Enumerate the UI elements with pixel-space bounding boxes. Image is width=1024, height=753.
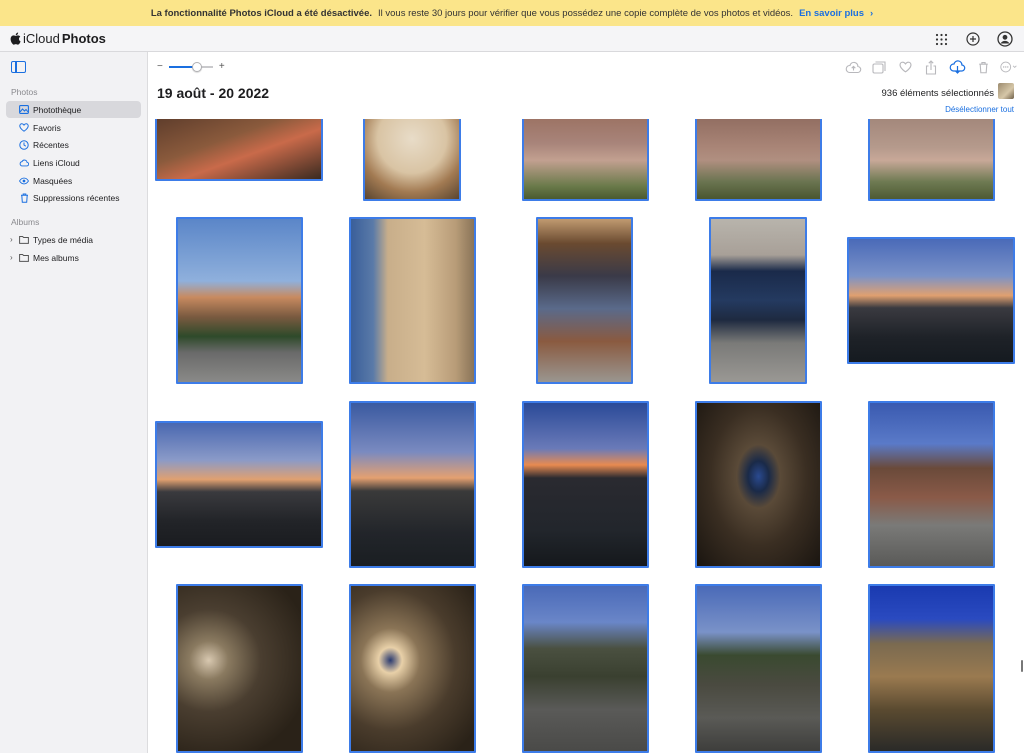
zoom-control[interactable]: − + [157, 61, 225, 72]
sidebar-item-label: Récentes [33, 139, 69, 150]
app-header: iCloud Photos [0, 26, 1024, 52]
download-icon[interactable] [948, 59, 966, 75]
sidebar-item-label: Suppressions récentes [33, 192, 120, 203]
sidebar-section-photos: Photos [11, 87, 38, 97]
sidebar-item-label: Photothèque [33, 104, 82, 115]
account-icon[interactable] [996, 30, 1014, 48]
delete-icon[interactable] [974, 59, 992, 75]
sidebar-section-albums: Albums [11, 217, 40, 227]
library-icon [19, 105, 29, 115]
photo-thumbnail[interactable] [155, 119, 323, 181]
photo-thumbnail[interactable] [709, 217, 807, 384]
app-brand[interactable]: iCloud Photos [10, 31, 106, 46]
sidebar-item-recents[interactable]: Récentes [6, 136, 141, 153]
upload-icon[interactable] [844, 59, 862, 75]
photo-thumbnail[interactable] [363, 119, 461, 201]
learn-more-chevron-icon[interactable]: › [870, 8, 873, 19]
photo-thumbnail[interactable] [176, 584, 303, 753]
photo-thumbnail[interactable] [349, 217, 476, 384]
photo-thumbnail[interactable] [695, 584, 822, 753]
sidebar-item-label: Masquées [33, 175, 73, 186]
photo-thumbnail[interactable] [868, 584, 995, 753]
sidebar-item-label: Liens iCloud [33, 157, 80, 168]
photo-thumbnail[interactable] [155, 421, 323, 548]
photo-thumbnail[interactable] [868, 119, 995, 201]
sidebar-item-icloud-links[interactable]: Liens iCloud [6, 154, 141, 171]
sidebar-item-label: Mes albums [33, 252, 79, 263]
trash-icon [19, 193, 29, 203]
add-icon[interactable] [964, 30, 982, 48]
photo-thumbnail[interactable] [847, 237, 1015, 364]
sidebar-item-media-types[interactable]: › Types de média [6, 231, 141, 248]
apple-logo-icon [10, 32, 21, 45]
photo-thumbnail[interactable] [695, 119, 822, 201]
zoom-slider[interactable] [168, 61, 213, 72]
photo-thumbnail[interactable] [349, 584, 476, 753]
main-content: − + 19 août - 20 2022 936 éléments sélec… [149, 52, 1024, 753]
date-range-title: 19 août - 20 2022 [157, 85, 270, 101]
photo-thumbnail[interactable] [522, 584, 649, 753]
sidebar-item-library[interactable]: Photothèque [6, 101, 141, 118]
zoom-in-button[interactable]: + [219, 61, 225, 72]
photo-thumbnail[interactable] [522, 119, 649, 201]
photo-thumbnail[interactable] [868, 401, 995, 568]
selection-thumbnail [998, 83, 1014, 99]
learn-more-link[interactable]: En savoir plus [799, 8, 864, 19]
folder-icon [19, 235, 29, 245]
sidebar-item-recently-deleted[interactable]: Suppressions récentes [6, 189, 141, 206]
chevron-right-icon[interactable]: › [10, 253, 13, 262]
selection-count: 936 éléments sélectionnés [881, 88, 995, 99]
photo-thumbnail[interactable] [349, 401, 476, 568]
zoom-out-button[interactable]: − [157, 61, 163, 72]
sidebar-item-label: Types de média [33, 234, 94, 245]
photo-thumbnail[interactable] [176, 217, 303, 384]
photo-thumbnail[interactable] [522, 401, 649, 568]
notification-banner: La fonctionnalité Photos iCloud a été dé… [0, 0, 1024, 26]
eye-icon [19, 176, 29, 186]
deselect-all-button[interactable]: Désélectionner tout [945, 105, 1014, 114]
more-icon[interactable] [1000, 59, 1018, 75]
sidebar-item-hidden[interactable]: Masquées [6, 172, 141, 189]
share-icon[interactable] [922, 59, 940, 75]
add-to-album-icon[interactable] [870, 59, 888, 75]
brand-icloud: iCloud [23, 31, 60, 46]
banner-message: Il vous reste 30 jours pour vérifier que… [378, 7, 794, 19]
clock-icon [19, 139, 29, 150]
banner-title: La fonctionnalité Photos iCloud a été dé… [150, 7, 372, 19]
chevron-right-icon[interactable]: › [10, 235, 13, 244]
heart-icon [19, 123, 29, 133]
apps-grid-icon[interactable] [932, 30, 950, 48]
photo-toolbar [844, 59, 1018, 75]
sidebar-item-label: Favoris [33, 122, 61, 133]
sidebar-item-my-albums[interactable]: › Mes albums [6, 249, 141, 266]
folder-icon [19, 253, 29, 263]
favorite-icon[interactable] [896, 59, 914, 75]
sidebar: Photos Photothèque Favoris Récentes Lien… [0, 52, 148, 753]
zoom-slider-knob[interactable] [192, 61, 203, 72]
scrollbar-indicator[interactable] [1021, 660, 1023, 672]
photo-grid [149, 119, 1024, 753]
photo-thumbnail[interactable] [536, 217, 633, 384]
cloud-link-icon [19, 158, 29, 168]
photo-thumbnail[interactable] [695, 401, 822, 568]
brand-photos: Photos [61, 31, 106, 46]
sidebar-toggle-icon[interactable] [11, 61, 26, 73]
sidebar-item-favorites[interactable]: Favoris [6, 119, 141, 136]
